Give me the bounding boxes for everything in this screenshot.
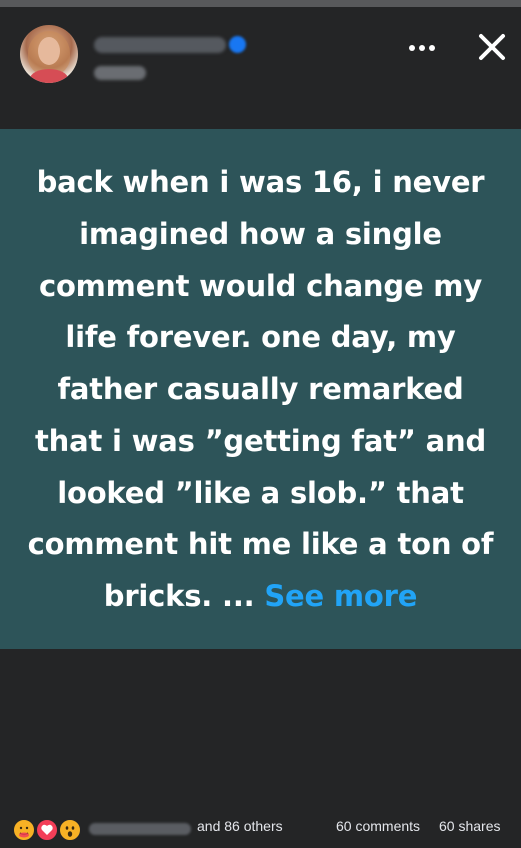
post-header	[0, 7, 521, 99]
author-avatar[interactable]	[20, 25, 78, 83]
close-icon	[479, 34, 505, 60]
close-button[interactable]	[476, 31, 508, 63]
post-text-main: back when i was 16, i never imagined how…	[27, 164, 494, 614]
reactors-name-blurred[interactable]	[89, 823, 191, 835]
more-horizontal-icon	[409, 45, 415, 51]
verified-badge-icon	[229, 36, 246, 53]
shares-count[interactable]: 60 shares	[439, 818, 500, 834]
comments-count[interactable]: 60 comments	[336, 818, 420, 834]
love-reaction-icon[interactable]	[35, 818, 59, 842]
see-more-link[interactable]: See more	[264, 579, 417, 613]
more-options-button[interactable]	[402, 37, 442, 59]
post-text-background: back when i was 16, i never imagined how…	[0, 129, 521, 649]
post-footer: and 86 others 60 comments 60 shares	[0, 805, 521, 848]
care-reaction-icon[interactable]	[12, 818, 36, 842]
post-text: back when i was 16, i never imagined how…	[26, 157, 496, 623]
wow-reaction-icon[interactable]	[58, 818, 82, 842]
reactions-count-text[interactable]: and 86 others	[197, 818, 283, 834]
author-name-blurred[interactable]	[94, 37, 226, 53]
post-timestamp-blurred[interactable]	[94, 66, 146, 80]
top-divider-bar	[0, 0, 521, 7]
